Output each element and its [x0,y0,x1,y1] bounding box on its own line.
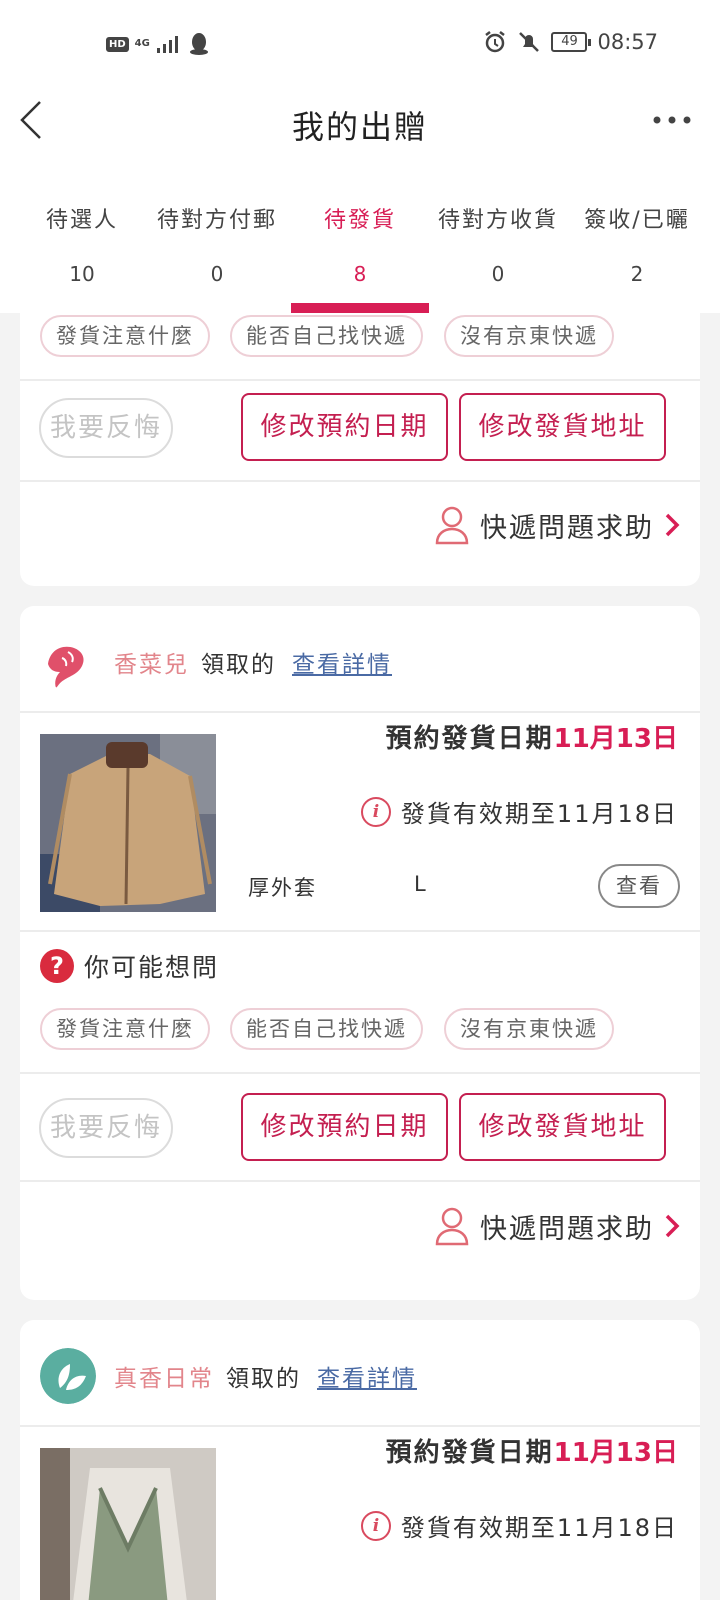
gift-card: 香菜兒 領取的 查看詳情 預約發貨日期11月13日 i 發貨有效期至11月18日… [20,606,700,1300]
shipping-deadline: i 發貨有效期至11月18日 [360,794,678,829]
tab-count: 8 [353,262,367,286]
page-title: 我的出贈 [291,108,428,146]
hd-badge: HD [106,36,129,52]
status-tabs: 待選人 10 待對方付郵 0 待發貨 8 待對方收貨 0 簽收/已曬 2 [0,180,720,313]
received-verb: 領取的 [226,1366,301,1392]
tab-signed[interactable]: 簽收/已曬 2 [567,202,707,286]
regret-button[interactable]: 我要反悔 [39,398,173,458]
info-icon: i [360,1510,391,1541]
faq-title: 你可能想問 [84,953,220,982]
regret-button[interactable]: 我要反悔 [39,1098,173,1158]
signal-icon [156,36,178,53]
view-details-link[interactable]: 查看詳情 [317,1359,417,1393]
item-thumbnail[interactable] [40,734,216,912]
status-left: HD 4G [106,32,210,56]
divider [20,480,700,482]
divider [20,1425,700,1427]
view-details-link[interactable]: 查看詳情 [292,645,392,679]
tab-pending-receipt[interactable]: 待對方收貨 0 [428,202,568,286]
ship-date-value: 11月13日 [553,1438,678,1468]
divider [20,1072,700,1074]
alarm-icon [485,31,506,53]
tab-count: 0 [491,262,505,286]
courier-help-link[interactable]: 快遞問題求助 [434,505,680,545]
active-tab-indicator [291,303,429,313]
question-icon: ? [40,949,74,983]
faq-chip[interactable]: 沒有京東快遞 [444,315,614,357]
gift-card: 發貨注意什麼 能否自己找快遞 沒有京東快遞 我要反悔 修改預約日期 修改發貨地址… [20,313,700,586]
qq-icon [189,33,208,55]
deadline-text: 發貨有效期至11月18日 [400,1514,678,1542]
divider [20,1180,700,1182]
tab-label: 待發貨 [323,208,396,233]
scheduled-ship-date: 預約發貨日期11月13日 [386,718,678,755]
chevron-right-icon [665,513,680,537]
receiver-name: 真香日常 [114,1366,214,1392]
divider [20,379,700,381]
tab-label: 待對方收貨 [437,208,558,233]
faq-header: ? 你可能想問 [40,948,219,984]
clock: 08:57 [597,30,658,54]
item-name: 厚外套 [248,876,317,900]
avatar[interactable] [40,1348,96,1404]
ship-date-label: 預約發貨日期 [385,724,554,754]
more-icon[interactable] [652,110,692,130]
mute-icon [519,32,540,52]
tab-count: 0 [210,262,224,286]
change-address-button[interactable]: 修改發貨地址 [459,393,666,461]
tab-count: 2 [630,262,644,286]
courier-help-link[interactable]: 快遞問題求助 [434,1206,680,1246]
item-thumbnail[interactable] [40,1448,216,1600]
ship-date-value: 11月13日 [553,724,678,754]
ship-date-label: 預約發貨日期 [385,1438,554,1468]
network-type: 4G [134,38,150,49]
receiver-row: 真香日常 領取的 查看詳情 [40,1348,417,1404]
person-icon [435,506,469,545]
status-right: 49 08:57 [483,30,658,54]
tab-count: 10 [69,262,95,286]
battery-icon: 49 [551,32,592,52]
receiver-name: 香菜兒 [114,652,189,678]
shipping-deadline: i 發貨有效期至11月18日 [360,1508,678,1543]
divider [20,930,700,932]
faq-chip[interactable]: 沒有京東快遞 [444,1008,614,1050]
scheduled-ship-date: 預約發貨日期11月13日 [386,1432,678,1469]
person-icon [435,1207,469,1246]
tab-label: 簽收/已曬 [584,208,690,233]
faq-chip[interactable]: 能否自己找快遞 [230,315,423,357]
header: 我的出贈 [0,90,720,180]
faq-chip[interactable]: 能否自己找快遞 [230,1008,423,1050]
help-label: 快遞問題求助 [480,512,654,544]
status-bar: HD 4G 49 08:57 [0,0,720,90]
change-date-button[interactable]: 修改預約日期 [241,393,448,461]
deadline-text: 發貨有效期至11月18日 [400,800,678,828]
tab-label: 待選人 [45,208,118,233]
gift-card: 真香日常 領取的 查看詳情 預約發貨日期11月13日 i 發貨有效期至11月18… [20,1320,700,1600]
chevron-right-icon [665,1214,680,1238]
tab-pending-postage[interactable]: 待對方付郵 0 [147,202,287,286]
help-label: 快遞問題求助 [480,1213,654,1245]
faq-chip[interactable]: 發貨注意什麼 [40,1008,210,1050]
tab-pending-selection[interactable]: 待選人 10 [12,202,152,286]
faq-chip[interactable]: 發貨注意什麼 [40,315,210,357]
view-item-button[interactable]: 查看 [598,864,680,908]
received-verb: 領取的 [201,652,276,678]
receiver-row: 香菜兒 領取的 查看詳情 [40,634,392,690]
change-date-button[interactable]: 修改預約日期 [241,1093,448,1161]
avatar[interactable] [40,634,96,690]
info-icon: i [360,796,391,827]
divider [20,711,700,713]
change-address-button[interactable]: 修改發貨地址 [459,1093,666,1161]
tab-label: 待對方付郵 [156,208,277,233]
item-size: L [414,872,426,896]
tab-pending-shipment[interactable]: 待發貨 8 [290,202,430,286]
